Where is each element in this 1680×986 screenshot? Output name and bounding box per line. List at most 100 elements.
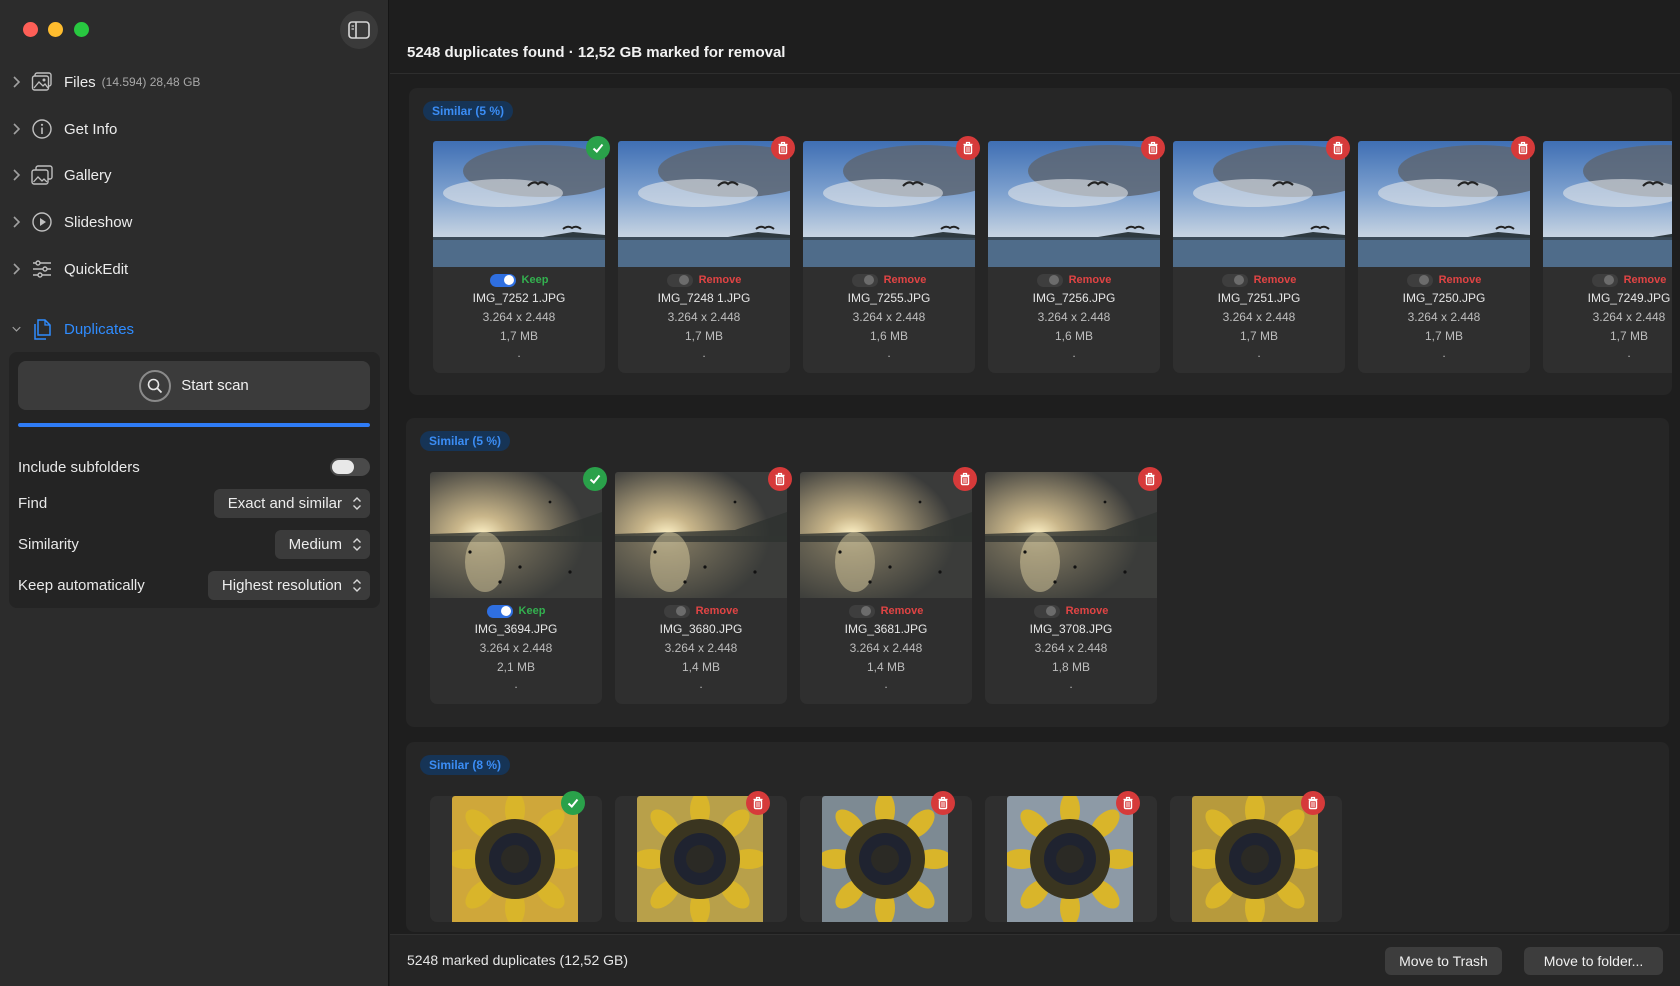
sidebar-item-quickedit[interactable]: QuickEdit xyxy=(0,249,389,289)
minimize-window-button[interactable] xyxy=(48,22,63,37)
duplicate-card[interactable]: Remove IMG_3708.JPG 3.264 x 2.448 1,8 MB. xyxy=(985,467,1162,704)
sidebar-item-duplicates[interactable]: Duplicates xyxy=(0,309,389,349)
keep-toggle[interactable] xyxy=(1406,273,1433,287)
file-name: IMG_7255.JPG xyxy=(847,291,931,305)
duplicate-card[interactable]: Remove IMG_3681.JPG 3.264 x 2.448 1,4 MB. xyxy=(800,467,977,704)
file-name: IMG_7249.JPG xyxy=(1587,291,1671,305)
sidebar-item-get-info[interactable]: Get Info xyxy=(0,109,389,149)
trash-icon[interactable] xyxy=(956,136,980,160)
keep-toggle[interactable] xyxy=(851,273,878,287)
keep-toggle[interactable] xyxy=(1221,273,1248,287)
include-subfolders-toggle[interactable] xyxy=(330,458,370,476)
duplicate-card[interactable]: Remove IMG_7256.JPG 3.264 x 2.448 1,6 MB. xyxy=(988,136,1165,373)
keep-toggle[interactable] xyxy=(489,273,516,287)
keep-toggle[interactable] xyxy=(1036,273,1063,287)
duplicate-card[interactable] xyxy=(430,791,602,922)
keep-toggle[interactable] xyxy=(1033,604,1060,618)
duplicate-card[interactable]: Remove IMG_7249.JPG 3.264 x 2.448 1,7 MB. xyxy=(1543,141,1672,373)
duplicate-card[interactable]: Keep IMG_7252 1.JPG 3.264 x 2.448 1,7 MB. xyxy=(433,136,610,373)
keep-remove-label: Remove xyxy=(1065,605,1109,617)
keep-toggle[interactable] xyxy=(666,273,693,287)
duplicate-card[interactable]: Remove IMG_3680.JPG 3.264 x 2.448 1,4 MB. xyxy=(615,467,792,704)
trash-icon[interactable] xyxy=(1326,136,1350,160)
photo-thumbnail[interactable] xyxy=(985,472,1157,598)
chevron-down-icon[interactable] xyxy=(0,323,30,335)
trash-icon[interactable] xyxy=(953,467,977,491)
chevron-right-icon[interactable] xyxy=(0,76,30,88)
sidebar-item-slideshow[interactable]: Slideshow xyxy=(0,202,389,242)
duplicate-card[interactable]: Remove IMG_7248 1.JPG 3.264 x 2.448 1,7 MB. xyxy=(618,136,795,373)
photo-thumbnail[interactable] xyxy=(1358,141,1530,267)
sidebar-item-gallery[interactable]: Gallery xyxy=(0,155,389,195)
chevron-right-icon[interactable] xyxy=(0,216,30,228)
image-dimensions: 3.264 x 2.448 xyxy=(1034,641,1108,655)
keep-check-icon[interactable] xyxy=(586,136,610,160)
toggle-knob xyxy=(332,460,354,474)
sidebar-toggle-button[interactable] xyxy=(340,11,378,49)
trash-icon[interactable] xyxy=(1116,791,1140,815)
trash-icon[interactable] xyxy=(1141,136,1165,160)
main-content: 5248 duplicates found · 12,52 GB marked … xyxy=(390,0,1680,986)
keep-toggle[interactable] xyxy=(486,604,513,618)
photo-thumbnail[interactable] xyxy=(637,796,763,922)
move-to-trash-button[interactable]: Move to Trash xyxy=(1385,947,1502,975)
similarity-label: Similarity xyxy=(18,535,79,553)
duplicate-card[interactable] xyxy=(1170,791,1342,922)
duplicate-card[interactable]: Remove IMG_7255.JPG 3.264 x 2.448 1,6 MB. xyxy=(803,136,980,373)
duplicate-card[interactable] xyxy=(615,791,787,922)
sidebar-item-files[interactable]: Files (14.594) 28,48 GB xyxy=(0,62,389,102)
photo-thumbnail[interactable] xyxy=(433,141,605,267)
keep-remove-label: Remove xyxy=(880,605,924,617)
keep-toggle[interactable] xyxy=(848,604,875,618)
duplicate-card[interactable] xyxy=(800,791,972,922)
keep-check-icon[interactable] xyxy=(583,467,607,491)
duplicate-card[interactable]: Remove IMG_7251.JPG 3.264 x 2.448 1,7 MB. xyxy=(1173,136,1350,373)
sidebar-item-label: Slideshow xyxy=(64,213,133,231)
similarity-select[interactable]: Medium xyxy=(274,529,370,559)
app-window: Files (14.594) 28,48 GB Get Info Gallery… xyxy=(0,0,1680,986)
file-name: IMG_7248 1.JPG xyxy=(657,291,751,305)
keep-toggle[interactable] xyxy=(1591,273,1618,287)
rating-dot: . xyxy=(1442,346,1446,360)
scan-progress-bar xyxy=(18,423,370,427)
trash-icon[interactable] xyxy=(771,136,795,160)
duplicate-card[interactable]: Remove IMG_7250.JPG 3.264 x 2.448 1,7 MB. xyxy=(1358,136,1535,373)
duplicate-card[interactable]: Keep IMG_3694.JPG 3.264 x 2.448 2,1 MB. xyxy=(430,467,607,704)
keep-toggle[interactable] xyxy=(663,604,690,618)
trash-icon[interactable] xyxy=(1301,791,1325,815)
trash-icon[interactable] xyxy=(1138,467,1162,491)
move-to-folder-button[interactable]: Move to folder... xyxy=(1524,947,1663,975)
file-name: IMG_3694.JPG xyxy=(474,622,558,636)
photo-thumbnail[interactable] xyxy=(1007,796,1133,922)
photo-thumbnail[interactable] xyxy=(1173,141,1345,267)
trash-icon[interactable] xyxy=(746,791,770,815)
photo-thumbnail[interactable] xyxy=(430,472,602,598)
toggle-knob xyxy=(675,606,686,616)
trash-icon[interactable] xyxy=(1511,136,1535,160)
photo-thumbnail[interactable] xyxy=(800,472,972,598)
photo-thumbnail[interactable] xyxy=(988,141,1160,267)
duplicate-card[interactable] xyxy=(985,791,1157,922)
photo-thumbnail[interactable] xyxy=(1192,796,1318,922)
keep-check-icon[interactable] xyxy=(561,791,585,815)
photo-thumbnail[interactable] xyxy=(618,141,790,267)
chevron-right-icon[interactable] xyxy=(0,123,30,135)
chevron-right-icon[interactable] xyxy=(0,263,30,275)
sidebar-item-label: Files xyxy=(64,73,96,91)
trash-icon[interactable] xyxy=(931,791,955,815)
file-size: 1,7 MB xyxy=(1424,329,1463,343)
photo-thumbnail[interactable] xyxy=(1543,141,1672,267)
photo-thumbnail[interactable] xyxy=(803,141,975,267)
trash-icon[interactable] xyxy=(768,467,792,491)
close-window-button[interactable] xyxy=(23,22,38,37)
rating-dot: . xyxy=(884,677,888,691)
keep-automatically-select[interactable]: Highest resolution xyxy=(207,570,370,600)
image-dimensions: 3.264 x 2.448 xyxy=(664,641,738,655)
photo-thumbnail[interactable] xyxy=(822,796,948,922)
chevron-right-icon[interactable] xyxy=(0,169,30,181)
photo-thumbnail[interactable] xyxy=(615,472,787,598)
start-scan-button[interactable]: Start scan xyxy=(18,361,370,410)
zoom-window-button[interactable] xyxy=(74,22,89,37)
photo-thumbnail[interactable] xyxy=(452,796,578,922)
find-select[interactable]: Exact and similar xyxy=(213,488,370,518)
